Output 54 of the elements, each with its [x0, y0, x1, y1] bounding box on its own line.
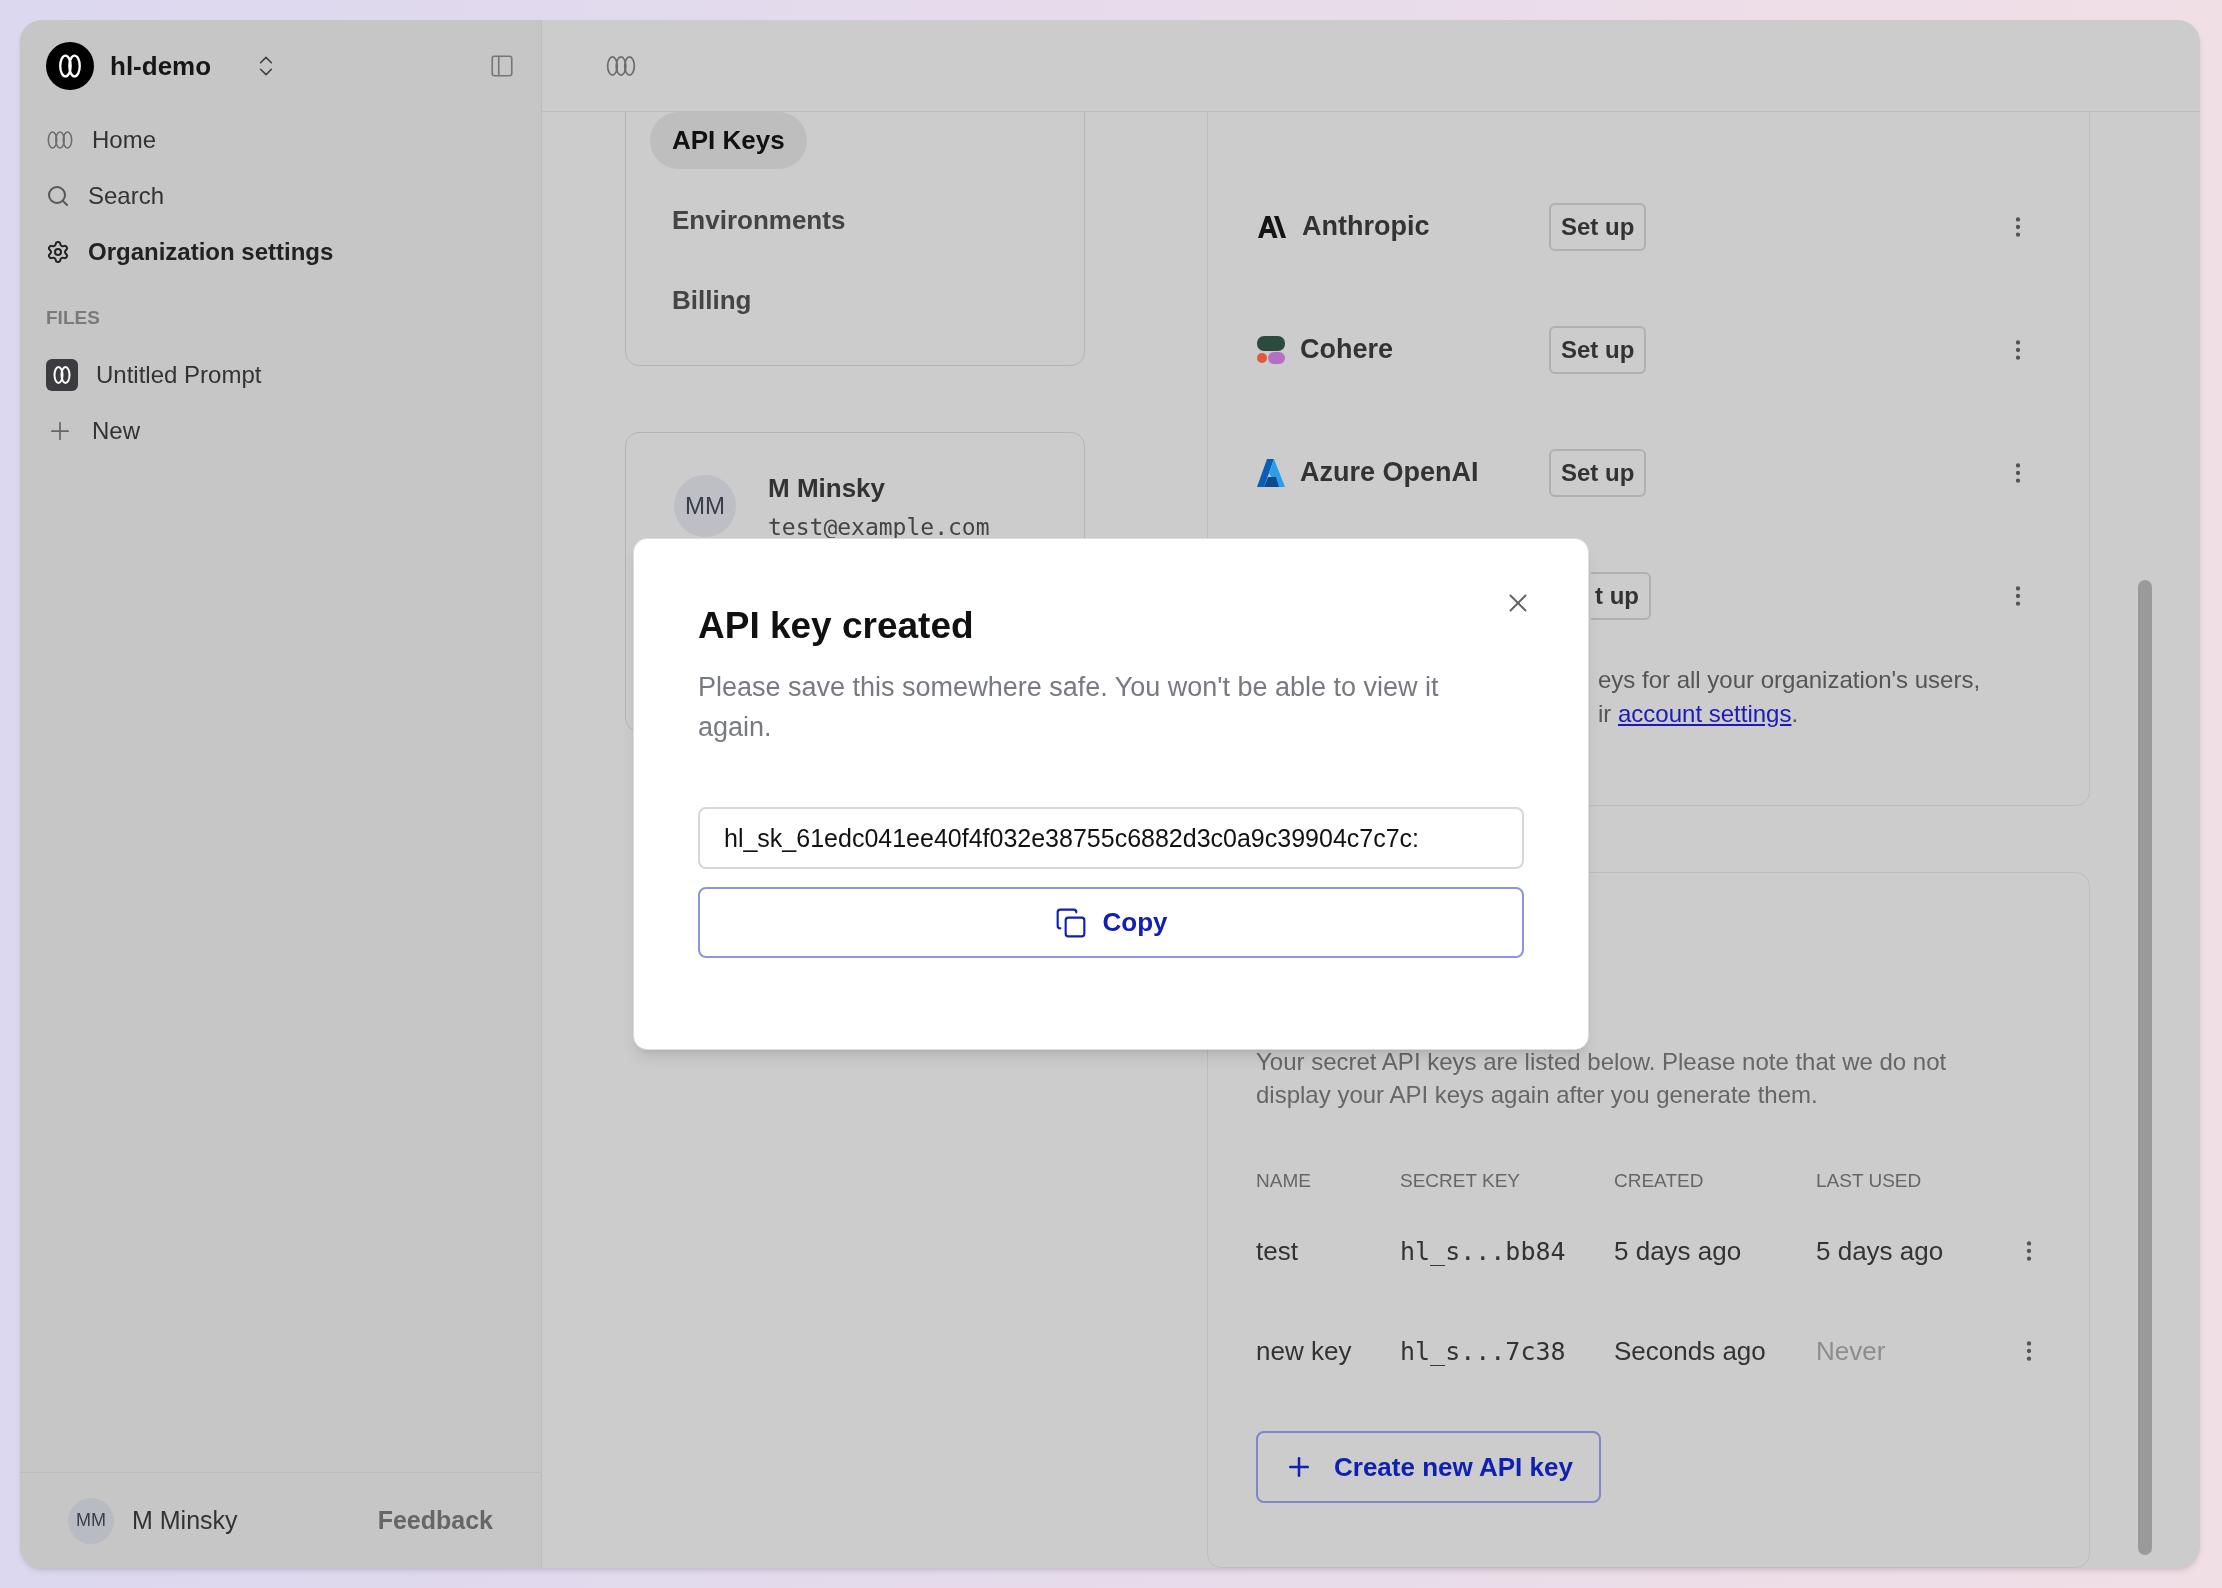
- copy-button[interactable]: Copy: [698, 887, 1524, 958]
- setup-button[interactable]: Set up: [1549, 448, 1647, 497]
- secret-key-cell-text: hl_s...7c38: [1400, 1335, 1567, 1368]
- user-avatar: MM: [68, 1497, 114, 1544]
- setup-button[interactable]: Set up: [1549, 202, 1647, 251]
- setup-button[interactable]: t up: [1591, 571, 1651, 620]
- key-name-cell-text: test: [1256, 1235, 1299, 1268]
- workspace-name[interactable]: hl-demo: [110, 46, 212, 86]
- copy-icon: [1054, 906, 1087, 939]
- settings-tab[interactable]: Billing: [650, 272, 774, 329]
- provider-name: Anthropic: [1302, 210, 1430, 244]
- profile-email: test@example.com: [768, 513, 990, 542]
- profile-name: M Minsky: [768, 472, 887, 505]
- nav-item[interactable]: Search: [46, 168, 515, 224]
- secret-key-cell-text: hl_s...bb84: [1400, 1235, 1567, 1268]
- column-header: CREATED: [1614, 1169, 1705, 1194]
- profile-avatar: MM: [674, 475, 736, 537]
- prompt-file-icon: [46, 358, 78, 391]
- user-name[interactable]: M Minsky: [132, 1501, 238, 1540]
- blobs-logo-icon: [1256, 334, 1286, 365]
- last-used-cell-text: Never: [1816, 1335, 1887, 1368]
- providers-note: eys for all your organization's users, ir account settings.: [1598, 665, 1982, 729]
- sidebar-toggle-icon[interactable]: [489, 53, 515, 79]
- last-used-cell-text: 5 days ago: [1816, 1235, 1945, 1268]
- account-settings-link[interactable]: account settings: [1618, 700, 1792, 727]
- column-header: NAME: [1256, 1169, 1312, 1194]
- new-file-item[interactable]: New: [46, 402, 515, 459]
- api-key-field[interactable]: hl_sk_61edc041ee40f4f032e38755c6882d3c0a9c39904c7c7c:: [698, 807, 1524, 869]
- column-header: SECRET KEY: [1400, 1169, 1522, 1194]
- api-keys-description: Your secret API keys are listed below. Please note that we do not display your API keys again after you generate them.: [1256, 1047, 1948, 1111]
- a-slash-logo-icon: [1256, 214, 1288, 239]
- scrollbar-thumb[interactable]: [2138, 580, 2152, 1555]
- provider-name: Cohere: [1300, 333, 1394, 367]
- settings-icon: [46, 240, 70, 264]
- create-api-key-button[interactable]: Create new API key: [1256, 1431, 1601, 1504]
- nav-item[interactable]: Organization settings: [46, 224, 515, 280]
- files-heading: FILES: [45, 306, 101, 330]
- search-icon: [46, 184, 70, 208]
- settings-tab[interactable]: API Keys: [650, 112, 807, 169]
- dialog-message: Please save this somewhere safe. You won't be able to view it again.: [698, 671, 1440, 744]
- nav-item[interactable]: Home: [46, 112, 515, 168]
- created-cell-text: Seconds ago: [1614, 1335, 1767, 1368]
- triangle-logo-icon: [1256, 457, 1286, 488]
- workspace-logo: [46, 42, 94, 90]
- logo-icon: [605, 53, 637, 78]
- dialog-title: API key created: [698, 604, 975, 648]
- provider-name: Azure OpenAI: [1300, 456, 1479, 490]
- column-header: LAST USED: [1816, 1169, 1923, 1194]
- settings-tab[interactable]: Environments: [650, 192, 868, 249]
- logo-icon: [46, 129, 74, 151]
- setup-button[interactable]: Set up: [1549, 325, 1647, 374]
- created-cell-text: 5 days ago: [1614, 1235, 1743, 1268]
- key-name-cell-text: new key: [1256, 1335, 1353, 1368]
- file-item[interactable]: Untitled Prompt: [46, 346, 515, 403]
